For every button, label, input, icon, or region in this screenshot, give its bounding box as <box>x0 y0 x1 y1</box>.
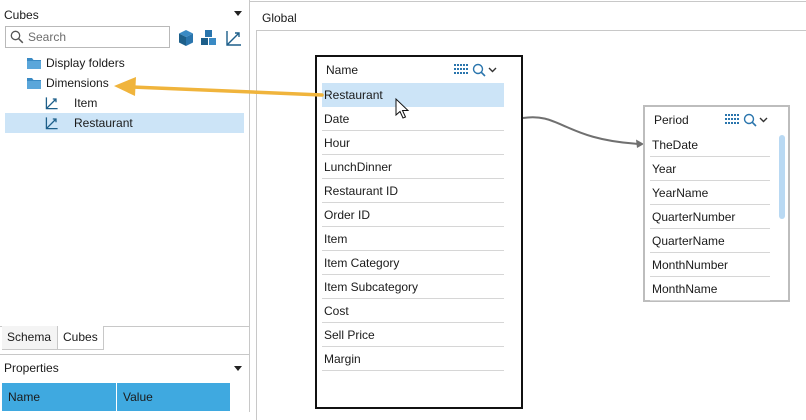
table-header: Period <box>645 107 788 133</box>
tab-strip-border <box>250 1 806 2</box>
panel-splitter[interactable] <box>249 0 250 412</box>
field-year[interactable]: Year <box>650 157 770 181</box>
tab-schema[interactable]: Schema <box>2 326 57 350</box>
tree-item-dimensions[interactable]: Dimensions <box>26 73 226 93</box>
folder-icon <box>27 78 41 89</box>
properties-grid-header: Name Value <box>2 383 230 411</box>
folder-icon <box>27 58 41 69</box>
tree-item-label: Restaurant <box>74 116 133 130</box>
grid-icon <box>725 114 739 124</box>
tree-item-label: Dimensions <box>46 76 109 90</box>
properties-dropdown-icon[interactable] <box>234 366 242 371</box>
tree-item-restaurant[interactable]: Restaurant <box>5 113 244 133</box>
tab-cubes[interactable]: Cubes <box>57 326 104 350</box>
tree-item-item[interactable]: Item <box>44 93 234 113</box>
field-item-subcategory[interactable]: Item Subcategory <box>322 275 504 299</box>
table-title: Name <box>326 63 359 77</box>
search-input[interactable] <box>26 28 166 46</box>
column-header-name[interactable]: Name <box>2 383 117 411</box>
field-date[interactable]: Date <box>322 107 504 131</box>
tree-item-display-folders[interactable]: Display folders <box>26 53 226 73</box>
field-yearname[interactable]: YearName <box>650 181 770 205</box>
tree-item-label: Display folders <box>46 56 125 70</box>
field-order-id[interactable]: Order ID <box>322 203 504 227</box>
scrollbar-thumb[interactable] <box>779 135 785 219</box>
field-restaurant-id[interactable]: Restaurant ID <box>322 179 504 203</box>
dimension-axis-icon <box>45 117 58 130</box>
field-quarternumber[interactable]: QuarterNumber <box>650 205 770 229</box>
cube-icon[interactable] <box>176 28 196 48</box>
cubes-panel-dropdown-icon[interactable] <box>234 11 242 16</box>
chevron-down-icon <box>759 117 768 123</box>
chevron-down-icon <box>488 67 497 73</box>
field-thedate[interactable]: TheDate <box>650 133 770 157</box>
search-field[interactable] <box>5 26 170 48</box>
dimension-axis-icon <box>45 97 58 110</box>
table-period[interactable]: Period TheDate Year YearName QuarterNumb… <box>643 105 790 302</box>
field-restaurant[interactable]: Restaurant <box>322 83 504 107</box>
field-monthname[interactable]: MonthName <box>650 277 770 301</box>
properties-title: Properties <box>4 361 59 375</box>
column-header-value[interactable]: Value <box>117 383 230 411</box>
field-hour[interactable]: Hour <box>322 131 504 155</box>
dimension-axis-icon[interactable] <box>224 28 244 48</box>
search-icon <box>472 63 486 77</box>
cubes-stack-icon[interactable] <box>199 28 219 48</box>
field-margin[interactable]: Margin <box>322 347 504 371</box>
table-tools <box>725 113 768 127</box>
field-quartername[interactable]: QuarterName <box>650 229 770 253</box>
properties-divider <box>0 354 249 355</box>
field-monthnumber[interactable]: MonthNumber <box>650 253 770 277</box>
tree-item-label: Item <box>74 96 98 110</box>
grid-icon <box>454 64 468 74</box>
table-tools <box>454 63 497 77</box>
field-cost[interactable]: Cost <box>322 299 504 323</box>
cubes-panel-title: Cubes <box>4 8 39 22</box>
table-name[interactable]: Name Restaurant Date Hour LunchDinner Re… <box>315 55 523 409</box>
cubes-panel: Cubes Display folders Dim <box>0 0 250 412</box>
diagram-tab-global[interactable]: Global <box>262 11 297 25</box>
field-sell-price[interactable]: Sell Price <box>322 323 504 347</box>
field-item[interactable]: Item <box>322 227 504 251</box>
table-title: Period <box>654 113 689 127</box>
search-icon <box>10 30 24 44</box>
search-icon <box>743 113 757 127</box>
table-header: Name <box>317 57 521 83</box>
field-item-category[interactable]: Item Category <box>322 251 504 275</box>
field-lunchdinner[interactable]: LunchDinner <box>322 155 504 179</box>
